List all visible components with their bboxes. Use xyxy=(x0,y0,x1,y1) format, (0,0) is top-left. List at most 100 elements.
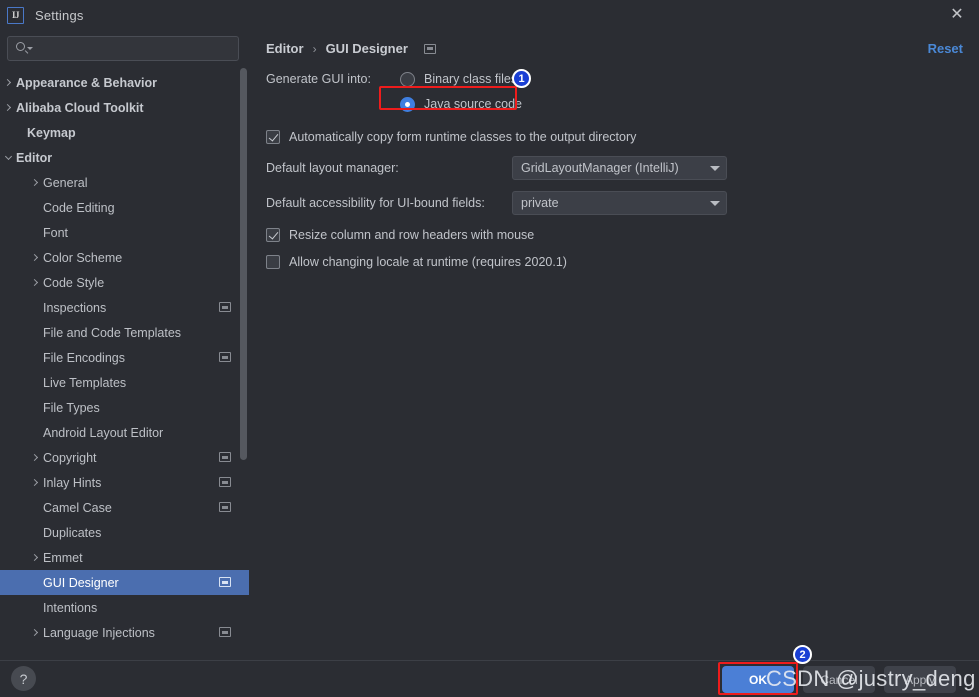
generate-gui-row: Generate GUI into: Binary class files xyxy=(266,68,966,90)
sidebar-item-gui-designer[interactable]: GUI Designer xyxy=(0,570,249,595)
sidebar-item-label: Font xyxy=(43,225,69,240)
sidebar-item-keymap[interactable]: Keymap xyxy=(0,120,249,145)
breadcrumb-leaf: GUI Designer xyxy=(325,41,408,56)
cancel-button[interactable]: Cancel xyxy=(803,666,875,693)
allow-locale-label: Allow changing locale at runtime (requir… xyxy=(289,255,567,269)
sidebar-scrollbar[interactable] xyxy=(240,68,247,460)
chevron-right-icon[interactable] xyxy=(29,252,41,264)
auto-copy-label: Automatically copy form runtime classes … xyxy=(289,130,637,144)
annotation-badge-1: 1 xyxy=(512,69,531,88)
sidebar-item-alibaba-cloud-toolkit[interactable]: Alibaba Cloud Toolkit xyxy=(0,95,249,120)
resize-headers-label: Resize column and row headers with mouse xyxy=(289,228,535,242)
chevron-right-icon[interactable] xyxy=(29,277,41,289)
sidebar-item-code-style[interactable]: Code Style xyxy=(0,270,249,295)
help-icon[interactable]: ? xyxy=(11,666,36,691)
sidebar-item-label: File and Code Templates xyxy=(43,325,182,340)
sidebar-item-label: File Encodings xyxy=(43,350,125,365)
sidebar-item-label: Inspections xyxy=(43,300,107,315)
search-input[interactable] xyxy=(31,41,238,56)
chevron-right-icon[interactable] xyxy=(2,77,14,89)
sidebar-item-inlay-hints[interactable]: Inlay Hints xyxy=(0,470,249,495)
chevron-right-icon[interactable] xyxy=(29,452,41,464)
sidebar-item-label: Keymap xyxy=(27,125,76,140)
layout-manager-label: Default layout manager: xyxy=(266,161,399,175)
sidebar-item-duplicates[interactable]: Duplicates xyxy=(0,520,249,545)
radio-java-source-code-label: Java source code xyxy=(424,97,522,111)
sidebar-item-label: General xyxy=(43,175,88,190)
layout-manager-dropdown[interactable]: GridLayoutManager (IntelliJ) xyxy=(512,156,727,180)
project-level-settings-icon xyxy=(219,452,231,462)
sidebar-item-editor[interactable]: Editor xyxy=(0,145,249,170)
apply-button[interactable]: Apply xyxy=(884,666,956,693)
close-icon[interactable]: ✕ xyxy=(947,5,967,25)
checkbox-auto-copy-runtime-classes[interactable] xyxy=(266,130,280,144)
chevron-right-icon[interactable] xyxy=(29,627,41,639)
ok-button[interactable]: OK xyxy=(722,666,794,693)
sidebar-item-label: Live Templates xyxy=(43,375,127,390)
layout-manager-value: GridLayoutManager (IntelliJ) xyxy=(521,161,679,175)
project-level-settings-icon xyxy=(423,43,436,54)
sidebar-item-inspections[interactable]: Inspections xyxy=(0,295,249,320)
auto-copy-row: Automatically copy form runtime classes … xyxy=(266,126,966,148)
sidebar-item-camel-case[interactable]: Camel Case xyxy=(0,495,249,520)
sidebar-item-label: Camel Case xyxy=(43,500,112,515)
project-level-settings-icon xyxy=(219,577,231,587)
sidebar-item-code-editing[interactable]: Code Editing xyxy=(0,195,249,220)
sidebar-item-emmet[interactable]: Emmet xyxy=(0,545,249,570)
chevron-down-icon xyxy=(704,165,726,171)
reset-link[interactable]: Reset xyxy=(928,41,963,56)
settings-dialog: IJ Settings ✕ Appearance & Behavior Aliba… xyxy=(0,0,979,697)
accessibility-dropdown[interactable]: private xyxy=(512,191,727,215)
project-level-settings-icon xyxy=(219,352,231,362)
sidebar-item-file-types[interactable]: File Types xyxy=(0,395,249,420)
radio-binary-class-files-label: Binary class files xyxy=(424,72,518,86)
resize-headers-row: Resize column and row headers with mouse xyxy=(266,224,966,246)
sidebar-item-label: Alibaba Cloud Toolkit xyxy=(16,100,144,115)
chevron-right-icon[interactable] xyxy=(2,102,14,114)
layout-manager-row: Default layout manager: GridLayoutManage… xyxy=(266,156,966,180)
radio-java-source-code[interactable] xyxy=(400,96,415,112)
project-level-settings-icon xyxy=(219,627,231,637)
sidebar-item-intentions[interactable]: Intentions xyxy=(0,595,249,620)
chevron-right-icon[interactable] xyxy=(29,477,41,489)
sidebar-item-copyright[interactable]: Copyright xyxy=(0,445,249,470)
sidebar-item-language-injections[interactable]: Language Injections xyxy=(0,620,249,645)
chevron-right-icon[interactable] xyxy=(29,552,41,564)
sidebar-item-color-scheme[interactable]: Color Scheme xyxy=(0,245,249,270)
sidebar-item-file-and-code-templates[interactable]: File and Code Templates xyxy=(0,320,249,345)
sidebar-item-label: Editor xyxy=(16,150,53,165)
sidebar-item-label: Language Injections xyxy=(43,625,155,640)
chevron-down-icon[interactable] xyxy=(2,152,14,164)
settings-sidebar: Appearance & Behavior Alibaba Cloud Toolk… xyxy=(0,30,249,660)
breadcrumb: Editor › GUI Designer xyxy=(266,41,436,56)
title-bar: IJ Settings xyxy=(0,0,979,30)
breadcrumb-root[interactable]: Editor xyxy=(266,41,304,56)
allow-locale-row: Allow changing locale at runtime (requir… xyxy=(266,251,966,273)
sidebar-item-general[interactable]: General xyxy=(0,170,249,195)
chevron-down-icon xyxy=(704,200,726,206)
accessibility-value: private xyxy=(521,196,559,210)
sidebar-item-live-templates[interactable]: Live Templates xyxy=(0,370,249,395)
sidebar-item-label: Duplicates xyxy=(43,525,102,540)
annotation-badge-2: 2 xyxy=(793,645,812,664)
sidebar-item-label: Copyright xyxy=(43,450,97,465)
sidebar-item-appearance-behavior[interactable]: Appearance & Behavior xyxy=(0,70,249,95)
generate-gui-label: Generate GUI into: xyxy=(266,72,371,86)
sidebar-item-label: Code Editing xyxy=(43,200,115,215)
checkbox-resize-headers[interactable] xyxy=(266,228,280,242)
sidebar-item-label: Emmet xyxy=(43,550,83,565)
project-level-settings-icon xyxy=(219,502,231,512)
checkbox-allow-locale[interactable] xyxy=(266,255,280,269)
footer-divider xyxy=(0,660,979,661)
sidebar-item-file-encodings[interactable]: File Encodings xyxy=(0,345,249,370)
sidebar-item-label: Color Scheme xyxy=(43,250,123,265)
radio-binary-class-files[interactable] xyxy=(400,71,415,87)
sidebar-item-font[interactable]: Font xyxy=(0,220,249,245)
search-box[interactable] xyxy=(7,36,239,61)
chevron-right-icon[interactable] xyxy=(29,177,41,189)
project-level-settings-icon xyxy=(219,477,231,487)
settings-tree[interactable]: Appearance & Behavior Alibaba Cloud Toolk… xyxy=(0,70,249,660)
sidebar-item-android-layout-editor[interactable]: Android Layout Editor xyxy=(0,420,249,445)
sidebar-item-label: File Types xyxy=(43,400,100,415)
sidebar-item-label: GUI Designer xyxy=(43,575,119,590)
